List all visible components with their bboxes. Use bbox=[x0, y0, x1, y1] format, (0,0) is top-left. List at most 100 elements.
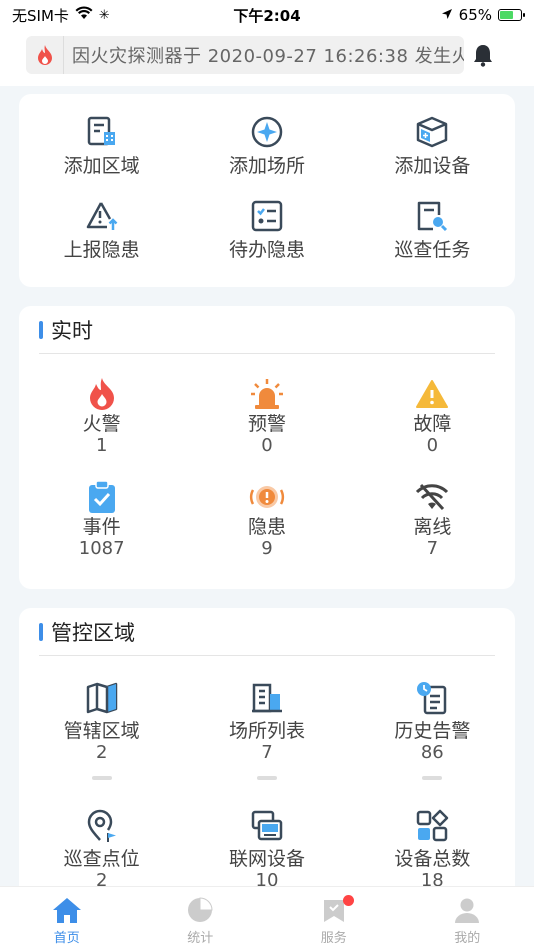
fire-alarm-stat[interactable]: 火警 1 bbox=[19, 354, 184, 457]
notice-text: 因火灾探测器于 2020-09-27 16:26:38 发生火 bbox=[72, 46, 464, 67]
add-area-label: 添加区域 bbox=[63, 155, 140, 177]
hazard-stat[interactable]: 隐患 9 bbox=[184, 457, 349, 560]
total-device-count: 18 bbox=[420, 870, 444, 886]
realtime-card: 实时 火警 1 预警 0 故障 0 事件 1087 隐患 9 离线 7 bbox=[19, 306, 515, 589]
compass-icon bbox=[249, 114, 285, 149]
patrol-task-label: 巡查任务 bbox=[394, 239, 471, 261]
notice-marquee[interactable]: 因火灾探测器于 2020-09-27 16:26:38 发生火 bbox=[26, 36, 464, 74]
place-list-count: 7 bbox=[261, 742, 273, 763]
box-icon bbox=[414, 114, 450, 149]
tab-service[interactable]: 服务 bbox=[267, 887, 401, 950]
fire-notice-icon bbox=[26, 36, 64, 74]
fire-alarm-count: 1 bbox=[95, 435, 108, 456]
history-alarm-label: 历史告警 bbox=[394, 720, 471, 742]
total-device-label: 设备总数 bbox=[394, 848, 471, 870]
tab-home-label: 首页 bbox=[53, 931, 80, 946]
offline-label: 离线 bbox=[413, 516, 452, 538]
bottom-tabbar: 首页 统计 服务 我的 bbox=[0, 886, 534, 950]
report-hazard-label: 上报隐患 bbox=[63, 239, 140, 261]
fire-icon bbox=[84, 376, 120, 411]
history-alarm-stat[interactable]: 历史告警 86 bbox=[350, 656, 515, 784]
add-device-button[interactable]: 添加设备 bbox=[350, 94, 515, 178]
main-scroll[interactable]: 添加区域 添加场所 添加设备 上报隐患 待办隐患 巡查任务 实时 火警 1 预警… bbox=[0, 86, 534, 886]
pie-chart-icon bbox=[185, 895, 215, 925]
section-accent-bar bbox=[39, 320, 43, 339]
fault-stat[interactable]: 故障 0 bbox=[350, 354, 515, 457]
offline-stat[interactable]: 离线 7 bbox=[350, 457, 515, 560]
tab-service-label: 服务 bbox=[320, 931, 347, 946]
jurisdiction-area-count: 2 bbox=[95, 742, 108, 763]
alarm-light-icon bbox=[249, 376, 285, 411]
patrol-point-stat[interactable]: 巡查点位 2 bbox=[19, 784, 184, 886]
tab-mine[interactable]: 我的 bbox=[401, 887, 534, 950]
hazard-circle-icon bbox=[249, 479, 285, 514]
buildings-icon bbox=[249, 680, 285, 716]
todo-hazard-button[interactable]: 待办隐患 bbox=[184, 178, 349, 262]
tab-home[interactable]: 首页 bbox=[0, 887, 134, 950]
item-divider bbox=[422, 776, 443, 780]
patrol-point-count: 2 bbox=[95, 870, 108, 886]
apps-icon bbox=[414, 808, 450, 844]
total-device-stat[interactable]: 设备总数 18 bbox=[350, 784, 515, 886]
tab-statistics[interactable]: 统计 bbox=[134, 887, 268, 950]
patrol-task-button[interactable]: 巡查任务 bbox=[350, 178, 515, 262]
devices-icon bbox=[249, 808, 285, 844]
history-doc-icon bbox=[414, 680, 450, 716]
add-device-label: 添加设备 bbox=[394, 155, 471, 177]
event-count: 1087 bbox=[78, 538, 125, 559]
bell-icon[interactable] bbox=[470, 40, 496, 70]
section-accent-bar bbox=[39, 622, 43, 641]
fault-label: 故障 bbox=[413, 413, 452, 435]
realtime-title: 实时 bbox=[51, 318, 93, 343]
item-divider bbox=[256, 776, 277, 780]
warning-triangle-icon bbox=[414, 376, 450, 411]
place-list-stat[interactable]: 场所列表 7 bbox=[184, 656, 349, 784]
location-flag-icon bbox=[84, 808, 120, 844]
add-place-label: 添加场所 bbox=[228, 155, 305, 177]
jurisdiction-area-stat[interactable]: 管辖区域 2 bbox=[19, 656, 184, 784]
home-icon bbox=[52, 895, 82, 925]
offline-count: 7 bbox=[426, 538, 439, 559]
early-warning-count: 0 bbox=[261, 435, 273, 456]
networked-device-label: 联网设备 bbox=[228, 848, 305, 870]
wifi-off-icon bbox=[414, 479, 450, 514]
early-warning-label: 预警 bbox=[247, 413, 286, 435]
early-warning-stat[interactable]: 预警 0 bbox=[184, 354, 349, 457]
event-stat[interactable]: 事件 1087 bbox=[19, 457, 184, 560]
control-area-card: 管控区域 管辖区域 2 场所列表 7 历史告警 86 巡查点位 2 联网设备 1… bbox=[19, 608, 515, 886]
map-icon bbox=[84, 680, 120, 716]
add-place-button[interactable]: 添加场所 bbox=[184, 94, 349, 178]
clipboard-check-icon bbox=[84, 479, 120, 514]
tab-mine-label: 我的 bbox=[454, 931, 481, 946]
jurisdiction-area-label: 管辖区域 bbox=[63, 720, 140, 742]
tab-statistics-label: 统计 bbox=[187, 931, 214, 946]
control-area-title: 管控区域 bbox=[51, 620, 135, 645]
fault-count: 0 bbox=[426, 435, 439, 456]
hazard-label: 隐患 bbox=[247, 516, 286, 538]
service-badge bbox=[343, 895, 354, 906]
top-header: 因火灾探测器于 2020-09-27 16:26:38 发生火 bbox=[0, 30, 534, 86]
wifi-icon bbox=[75, 6, 93, 24]
battery-percent: 65% bbox=[458, 6, 492, 24]
item-divider bbox=[91, 776, 112, 780]
carrier-label: 无SIM卡 bbox=[12, 6, 69, 25]
place-list-label: 场所列表 bbox=[228, 720, 305, 742]
fire-alarm-label: 火警 bbox=[82, 413, 121, 435]
quick-actions-card: 添加区域 添加场所 添加设备 上报隐患 待办隐患 巡查任务 bbox=[19, 94, 515, 287]
hazard-count: 9 bbox=[261, 538, 273, 559]
networked-device-stat[interactable]: 联网设备 10 bbox=[184, 784, 349, 886]
realtime-header: 实时 bbox=[39, 306, 495, 354]
event-label: 事件 bbox=[82, 516, 121, 538]
report-hazard-button[interactable]: 上报隐患 bbox=[19, 178, 184, 262]
user-icon bbox=[452, 895, 482, 925]
control-area-header: 管控区域 bbox=[39, 608, 495, 656]
patrol-point-label: 巡查点位 bbox=[63, 848, 140, 870]
checklist-icon bbox=[249, 198, 285, 233]
add-area-button[interactable]: 添加区域 bbox=[19, 94, 184, 178]
location-arrow-icon bbox=[441, 6, 453, 24]
document-search-icon bbox=[414, 198, 450, 233]
loading-icon: ✳ bbox=[98, 7, 110, 23]
document-building-icon bbox=[84, 114, 120, 149]
battery-icon bbox=[498, 9, 525, 21]
status-bar: 无SIM卡 ✳ 下午2:04 65% bbox=[0, 0, 534, 30]
